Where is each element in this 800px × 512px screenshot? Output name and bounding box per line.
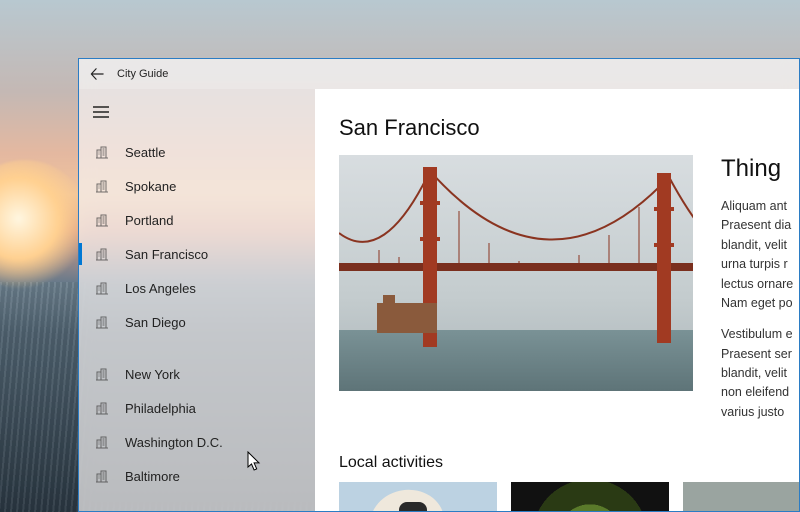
- arrow-left-icon: [90, 67, 104, 81]
- sidebar-item-spokane[interactable]: Spokane: [79, 169, 315, 203]
- city-icon: [95, 281, 109, 295]
- city-icon: [93, 211, 111, 229]
- sidebar-item-label: Baltimore: [125, 469, 180, 484]
- sidebar-item-label: New York: [125, 367, 180, 382]
- city-icon: [95, 469, 109, 483]
- sidebar-item-label: San Diego: [125, 315, 186, 330]
- city-icon: [95, 213, 109, 227]
- activity-thumb-seal[interactable]: [683, 482, 799, 511]
- section-title: Thing: [721, 155, 799, 183]
- city-icon: [95, 401, 109, 415]
- sidebar-item-label: Seattle: [125, 145, 165, 160]
- paragraph-2: Vestibulum ePraesent serblandit, velitno…: [721, 325, 799, 422]
- city-icon: [95, 179, 109, 193]
- sidebar-item-label: Los Angeles: [125, 281, 196, 296]
- sidebar-item-label: San Francisco: [125, 247, 208, 262]
- city-icon: [93, 245, 111, 263]
- sidebar-item-label: Spokane: [125, 179, 176, 194]
- sidebar-item-washington-d-c-[interactable]: Washington D.C.: [79, 425, 315, 459]
- app-title: City Guide: [117, 68, 168, 80]
- city-icon: [95, 367, 109, 381]
- city-icon: [93, 399, 111, 417]
- sidebar-item-portland[interactable]: Portland: [79, 203, 315, 237]
- titlebar: City Guide: [79, 59, 799, 89]
- city-icon: [93, 313, 111, 331]
- hamburger-icon: [93, 106, 109, 118]
- city-icon: [95, 145, 109, 159]
- city-icon: [95, 435, 109, 449]
- city-icon: [95, 315, 109, 329]
- app-window: City Guide Seattle Spokane Portland San Fra…: [78, 58, 800, 512]
- page-title: San Francisco: [339, 115, 799, 141]
- sidebar-item-label: Philadelphia: [125, 401, 196, 416]
- city-icon: [93, 365, 111, 383]
- city-icon: [93, 279, 111, 297]
- sidebar-item-philadelphia[interactable]: Philadelphia: [79, 391, 315, 425]
- sidebar: Seattle Spokane Portland San Francisco Los A…: [79, 89, 315, 511]
- article-text: Thing Aliquam antPraesent diablandit, ve…: [721, 155, 799, 434]
- city-icon: [93, 467, 111, 485]
- city-icon: [95, 247, 109, 261]
- activity-thumb-surfer[interactable]: [339, 482, 497, 511]
- hero-image: [339, 155, 693, 391]
- sidebar-item-label: Washington D.C.: [125, 435, 223, 450]
- back-button[interactable]: [85, 62, 109, 86]
- sidebar-item-san-francisco[interactable]: San Francisco: [79, 237, 315, 271]
- city-icon: [93, 433, 111, 451]
- sidebar-item-seattle[interactable]: Seattle: [79, 135, 315, 169]
- sidebar-item-baltimore[interactable]: Baltimore: [79, 459, 315, 493]
- sidebar-item-san-diego[interactable]: San Diego: [79, 305, 315, 339]
- content-pane: San Francisco: [315, 89, 799, 511]
- city-icon: [93, 143, 111, 161]
- hamburger-button[interactable]: [81, 95, 121, 129]
- mouse-cursor: [247, 451, 263, 473]
- sidebar-item-new-york[interactable]: New York: [79, 357, 315, 391]
- sidebar-item-los-angeles[interactable]: Los Angeles: [79, 271, 315, 305]
- subheading-local-activities: Local activities: [339, 454, 799, 472]
- activity-thumb-dish[interactable]: [511, 482, 669, 511]
- paragraph-1: Aliquam antPraesent diablandit, veliturn…: [721, 197, 799, 313]
- sidebar-item-label: Portland: [125, 213, 173, 228]
- activity-thumbnails: [339, 482, 799, 511]
- city-icon: [93, 177, 111, 195]
